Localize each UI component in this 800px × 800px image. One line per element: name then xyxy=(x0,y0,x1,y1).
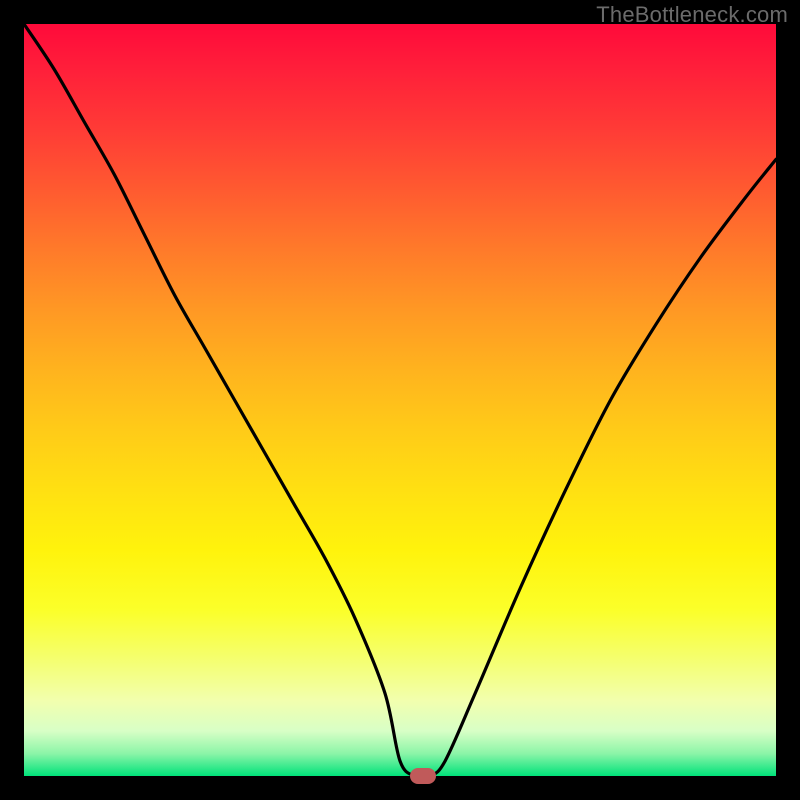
plot-area xyxy=(24,24,776,776)
optimum-marker xyxy=(410,768,436,784)
bottleneck-curve xyxy=(24,24,776,776)
chart-frame: TheBottleneck.com xyxy=(0,0,800,800)
